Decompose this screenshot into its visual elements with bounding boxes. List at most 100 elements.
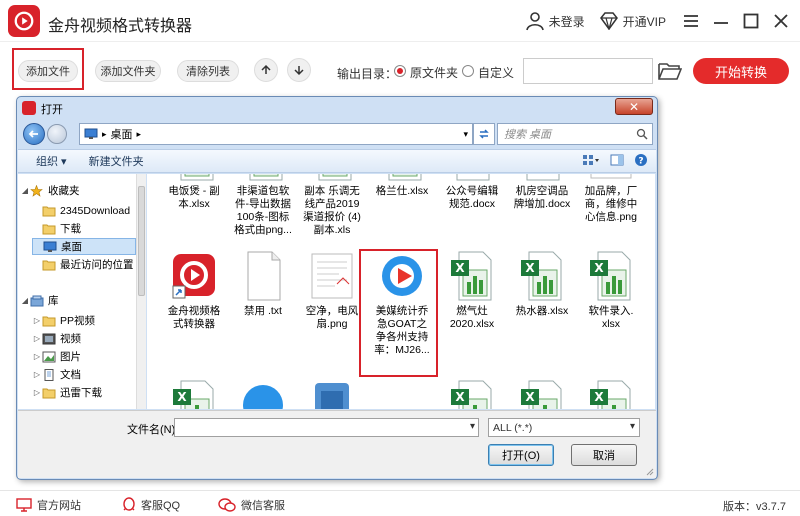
file-item[interactable]: 空净，电风 扇.png bbox=[297, 250, 367, 331]
file-item[interactable]: X 软件录入. xlsx bbox=[576, 250, 646, 331]
website-link[interactable]: 官方网站 bbox=[16, 497, 81, 513]
svg-text:X: X bbox=[525, 390, 535, 404]
file-item[interactable]: X 格兰仕.xlsx bbox=[367, 174, 437, 198]
file-item[interactable]: 禁用 .txt bbox=[228, 250, 298, 318]
excel-file-icon: X bbox=[588, 250, 634, 302]
nav-scrollbar[interactable] bbox=[136, 174, 146, 409]
nav-item[interactable]: ▷ 图片 bbox=[32, 348, 81, 365]
nav-item[interactable]: ▷ PP视频 bbox=[32, 312, 95, 329]
file-item[interactable]: X 电饭煲 - 副 本.xlsx bbox=[159, 174, 229, 211]
new-folder-button[interactable]: 新建文件夹 bbox=[89, 153, 144, 169]
nav-item[interactable]: ◢ 收藏夹 bbox=[20, 182, 80, 199]
expand-arrow-icon[interactable]: ▷ bbox=[32, 388, 42, 397]
excel-file-icon: X bbox=[379, 174, 425, 182]
file-label: 电饭煲 - 副 本.xlsx bbox=[168, 185, 220, 210]
nav-scroll-thumb[interactable] bbox=[138, 186, 145, 296]
filename-input[interactable] bbox=[174, 418, 479, 437]
expand-arrow-icon[interactable]: ▷ bbox=[32, 352, 42, 361]
dialog-bottom-pane: 文件名(N): ALL (*.*) 打开(O) 取消 bbox=[18, 410, 656, 478]
file-item[interactable]: 金舟视频格 式转换器 bbox=[159, 250, 229, 331]
nav-item[interactable]: 2345Download bbox=[32, 202, 130, 219]
refresh-button[interactable] bbox=[473, 123, 495, 145]
dialog-close-button[interactable]: ✕ bbox=[615, 98, 653, 115]
nav-item[interactable]: ◢ 库 bbox=[20, 292, 59, 309]
file-item[interactable]: X 副本 乐调无 线产品2019 渠道报价 (4) 副本.xls bbox=[297, 174, 367, 237]
start-convert-button[interactable]: 开始转换 bbox=[693, 58, 789, 84]
file-item[interactable]: X 非渠道包软 件-导出数据 100条-图标 格式由png... bbox=[228, 174, 298, 237]
output-path-input[interactable] bbox=[523, 58, 653, 84]
user-icon bbox=[525, 12, 544, 31]
login-button[interactable]: 未登录 bbox=[525, 11, 585, 31]
address-dropdown-icon[interactable]: ▾ bbox=[463, 129, 468, 140]
excel-file-icon[interactable]: X bbox=[519, 379, 565, 409]
nav-item[interactable]: ▷ 迅雷下载 bbox=[32, 384, 102, 401]
output-dir-label: 输出目录： bbox=[337, 67, 398, 81]
app-logo bbox=[8, 5, 40, 37]
excel-file-icon[interactable]: X bbox=[588, 379, 634, 409]
radio-custom-folder[interactable] bbox=[462, 65, 474, 77]
breadcrumb-arrow-icon: ▸ bbox=[136, 128, 142, 139]
nav-item-label: 最近访问的位置 bbox=[60, 259, 134, 271]
add-folder-button[interactable]: 添加文件夹 bbox=[95, 60, 161, 82]
qq-support-link[interactable]: 客服QQ bbox=[122, 497, 180, 513]
nav-item[interactable]: 桌面 bbox=[32, 238, 136, 255]
add-file-button[interactable]: 添加文件 bbox=[18, 60, 78, 82]
excel-file-icon[interactable]: X bbox=[449, 379, 495, 409]
browse-folder-button[interactable] bbox=[658, 61, 684, 83]
app-file-icon[interactable] bbox=[240, 379, 286, 409]
nav-item[interactable]: 下载 bbox=[32, 220, 81, 237]
nav-item[interactable]: ▷ 文档 bbox=[32, 366, 81, 383]
organize-button[interactable]: 组织 ▾ bbox=[36, 153, 67, 169]
file-item[interactable]: 公众号编辑 规范.docx bbox=[437, 174, 507, 211]
move-down-button[interactable] bbox=[287, 58, 311, 82]
open-button[interactable]: 打开(O) bbox=[488, 444, 554, 466]
expand-arrow-icon[interactable]: ◢ bbox=[20, 186, 30, 195]
nav-item-label: 迅雷下载 bbox=[60, 387, 102, 399]
folder-icon bbox=[42, 205, 56, 217]
file-item[interactable]: 机房空调品 牌增加.docx bbox=[507, 174, 577, 211]
minimize-button[interactable] bbox=[710, 10, 732, 32]
help-icon[interactable]: ? bbox=[634, 153, 648, 167]
excel-file-icon[interactable]: X bbox=[171, 379, 217, 409]
file-item[interactable]: X 热水器.xlsx bbox=[507, 250, 577, 318]
resize-grip-icon[interactable] bbox=[644, 466, 654, 476]
nav-item-label: 桌面 bbox=[61, 241, 82, 253]
minimize-icon bbox=[714, 22, 728, 24]
expand-arrow-icon[interactable]: ▷ bbox=[32, 334, 42, 343]
cancel-button[interactable]: 取消 bbox=[571, 444, 637, 466]
menu-button[interactable] bbox=[680, 10, 702, 32]
arrow-up-icon bbox=[261, 64, 271, 74]
nav-item-label: 收藏夹 bbox=[48, 185, 80, 197]
image-file-icon bbox=[588, 174, 634, 182]
nav-item-label: 库 bbox=[48, 295, 59, 307]
move-up-button[interactable] bbox=[254, 58, 278, 82]
search-input[interactable]: 搜索 桌面 bbox=[497, 123, 653, 145]
search-placeholder: 搜索 桌面 bbox=[504, 129, 552, 141]
view-options-icon[interactable] bbox=[582, 154, 600, 166]
command-bar: 组织 ▾ 新建文件夹 ? bbox=[18, 149, 656, 173]
file-item[interactable]: 加品牌，厂 商，维修中 心信息.png bbox=[576, 174, 646, 224]
wechat-support-link[interactable]: 微信客服 bbox=[218, 497, 285, 513]
clear-list-button[interactable]: 清除列表 bbox=[177, 60, 239, 82]
close-icon bbox=[774, 14, 788, 28]
nav-item-label: PP视频 bbox=[60, 315, 96, 327]
expand-arrow-icon[interactable]: ◢ bbox=[20, 296, 30, 305]
preview-pane-icon[interactable] bbox=[610, 154, 624, 166]
nav-item-label: 下载 bbox=[60, 223, 81, 235]
address-bar[interactable]: ▸ 桌面 ▸ ▾ bbox=[79, 123, 473, 145]
expand-arrow-icon[interactable]: ▷ bbox=[32, 370, 42, 379]
expand-arrow-icon[interactable]: ▷ bbox=[32, 316, 42, 325]
file-label: 非渠道包软 件-导出数据 100条-图标 格式由png... bbox=[234, 185, 292, 236]
folder-file-icon[interactable] bbox=[309, 379, 355, 409]
forward-button[interactable] bbox=[47, 124, 67, 144]
nav-item[interactable]: 最近访问的位置 bbox=[32, 256, 134, 273]
radio-original-folder[interactable] bbox=[394, 65, 406, 77]
close-button[interactable] bbox=[770, 10, 792, 32]
vip-button[interactable]: 开通VIP bbox=[599, 12, 666, 30]
word-file-icon bbox=[519, 174, 565, 182]
maximize-button[interactable] bbox=[740, 10, 762, 32]
file-item[interactable]: X 燃气灶 2020.xlsx bbox=[437, 250, 507, 331]
back-button[interactable] bbox=[23, 123, 45, 145]
nav-item[interactable]: ▷ 视频 bbox=[32, 330, 81, 347]
file-type-select[interactable]: ALL (*.*) bbox=[488, 418, 640, 437]
